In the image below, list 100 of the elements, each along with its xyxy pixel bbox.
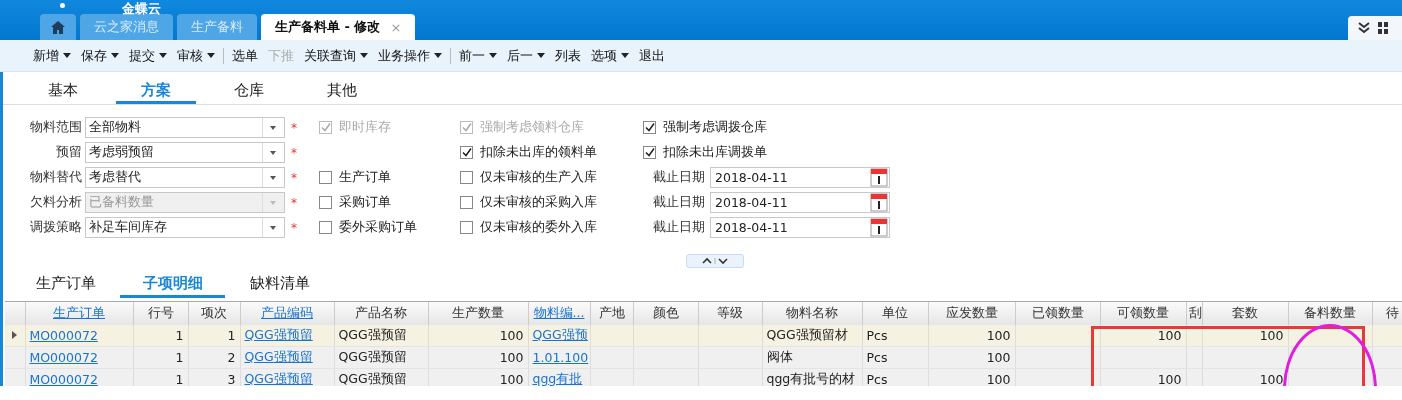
date-field[interactable]: 2018-04-11 xyxy=(710,217,890,238)
column-header[interactable]: 生产数量 xyxy=(428,302,528,325)
table-cell: QGG强预留材 xyxy=(766,327,848,342)
checkbox[interactable]: 委外采购订单 xyxy=(319,219,460,236)
column-header[interactable]: 应发数量 xyxy=(928,302,1015,325)
required-mark: * xyxy=(290,171,297,185)
caret-icon xyxy=(360,53,368,58)
grid-icon[interactable] xyxy=(1378,22,1388,34)
checkbox[interactable]: 仅未审核的生产入库 xyxy=(460,169,643,186)
table-cell: 2 xyxy=(227,350,236,365)
table-cell: 3 xyxy=(227,372,236,386)
page-tab[interactable]: 其他 xyxy=(302,72,382,104)
table-cell: Pcs xyxy=(866,372,888,386)
checkbox[interactable]: 仅未审核的采购入库 xyxy=(460,194,643,211)
toolbar-button[interactable]: 后一 xyxy=(502,46,550,65)
column-header[interactable]: 备料数量 xyxy=(1288,302,1372,325)
table-cell: 1 xyxy=(175,372,184,386)
calendar-icon[interactable] xyxy=(869,193,889,212)
column-header[interactable]: 单位 xyxy=(862,302,928,325)
collapse-toggle[interactable] xyxy=(686,254,744,268)
required-mark: * xyxy=(290,221,297,235)
calendar-icon[interactable] xyxy=(869,218,889,237)
checkbox[interactable]: 仅未审核的委外入库 xyxy=(460,219,643,236)
table-cell: QGG强预留 xyxy=(338,327,407,342)
toolbar-button[interactable]: 选单 xyxy=(227,46,263,65)
table-cell: 100 xyxy=(499,372,524,386)
column-header[interactable]: 物料名称 xyxy=(762,302,862,325)
sub-tab[interactable]: 子项明细 xyxy=(120,272,225,298)
field-label: 截止日期 xyxy=(653,194,705,211)
field-label: 物料替代 xyxy=(29,169,83,186)
toolbar-button[interactable]: 提交 xyxy=(124,46,172,65)
calendar-icon[interactable] xyxy=(869,168,889,187)
checkbox[interactable]: 扣除未出库的领料单 xyxy=(460,144,643,161)
toolbar-button[interactable]: 前一 xyxy=(454,46,502,65)
table-cell: 100 xyxy=(1157,372,1182,386)
page-tab[interactable]: 基本 xyxy=(23,72,103,104)
table-cell: 100 xyxy=(499,328,524,343)
page-tab[interactable]: 仓库 xyxy=(209,72,289,104)
caret-icon xyxy=(63,53,71,58)
sub-tab[interactable]: 生产订单 xyxy=(13,272,118,298)
column-header[interactable]: 行号 xyxy=(133,302,188,325)
column-header[interactable]: 产品名称 xyxy=(334,302,428,325)
select-field[interactable]: 全部物料 xyxy=(85,117,285,138)
checkbox[interactable]: 生产订单 xyxy=(319,169,460,186)
caret-icon xyxy=(621,53,629,58)
table-cell: Pcs xyxy=(866,350,888,365)
row-pointer-icon xyxy=(12,330,18,339)
check-icon xyxy=(644,123,655,132)
date-field[interactable]: 2018-04-11 xyxy=(710,167,890,188)
column-header[interactable]: 待 xyxy=(1372,302,1402,325)
caret-icon xyxy=(159,53,167,58)
column-header[interactable]: 产地 xyxy=(590,302,633,325)
toolbar-button[interactable]: 选项 xyxy=(586,46,634,65)
date-field[interactable]: 2018-04-11 xyxy=(710,192,890,213)
table-cell: 100 xyxy=(986,350,1011,365)
caret-icon xyxy=(489,53,497,58)
column-header[interactable]: 生产订单 xyxy=(25,302,133,325)
home-tab[interactable] xyxy=(40,14,76,40)
caret-icon xyxy=(207,53,215,58)
column-header[interactable]: 等级 xyxy=(698,302,762,325)
toolbar-button[interactable]: 关联查询 xyxy=(299,46,373,65)
column-header[interactable]: 套数 xyxy=(1202,302,1288,325)
checkbox[interactable]: 扣除未出库调拨单 xyxy=(643,144,903,161)
toolbar-button[interactable]: 列表 xyxy=(550,46,586,65)
table-cell: 100 xyxy=(499,350,524,365)
column-header[interactable]: 项次 xyxy=(188,302,240,325)
page-tab[interactable]: 方案 xyxy=(116,72,196,104)
sub-tab[interactable]: 缺料清单 xyxy=(227,272,332,298)
check-icon xyxy=(320,123,331,132)
table-cell: 100 xyxy=(986,372,1011,386)
table-cell: 1 xyxy=(227,328,236,343)
checkbox[interactable]: 采购订单 xyxy=(319,194,460,211)
toolbar-button[interactable]: 保存 xyxy=(76,46,124,65)
checkbox[interactable]: 强制考虑调拨仓库 xyxy=(643,119,903,136)
field-label: 调拨策略 xyxy=(29,219,83,236)
check-icon xyxy=(644,148,655,157)
toolbar-button[interactable]: 新增 xyxy=(28,46,76,65)
toolbar-button[interactable]: 业务操作 xyxy=(373,46,447,65)
column-header[interactable]: 颜色 xyxy=(633,302,698,325)
caret-icon xyxy=(111,53,119,58)
table-cell: QGG强预留 xyxy=(338,371,407,386)
column-header[interactable]: 物料编... xyxy=(528,302,590,325)
table-cell: 阀体 xyxy=(766,349,793,364)
check-icon xyxy=(461,148,472,157)
table-cell: Pcs xyxy=(866,328,888,343)
check-icon xyxy=(461,123,472,132)
chevrons-down-icon[interactable] xyxy=(1358,22,1370,34)
required-mark: * xyxy=(290,196,297,210)
select-field[interactable]: 考虑替代 xyxy=(85,167,285,188)
select-field[interactable]: 补足车间库存 xyxy=(85,217,285,238)
toolbar-button[interactable]: 退出 xyxy=(634,46,670,65)
column-header[interactable]: 可领数量 xyxy=(1100,302,1186,325)
column-header[interactable]: 产品编码 xyxy=(240,302,334,325)
table-cell: qgg有批号的材 xyxy=(766,371,856,386)
toolbar-button[interactable]: 审核 xyxy=(172,46,220,65)
field-label: 截止日期 xyxy=(653,219,705,236)
document-tab[interactable]: 生产备料单 - 修改 × xyxy=(261,14,416,40)
select-field[interactable]: 考虑弱预留 xyxy=(85,142,285,163)
field-label: 物料范围 xyxy=(29,119,83,136)
column-header[interactable]: 已领数量 xyxy=(1015,302,1100,325)
